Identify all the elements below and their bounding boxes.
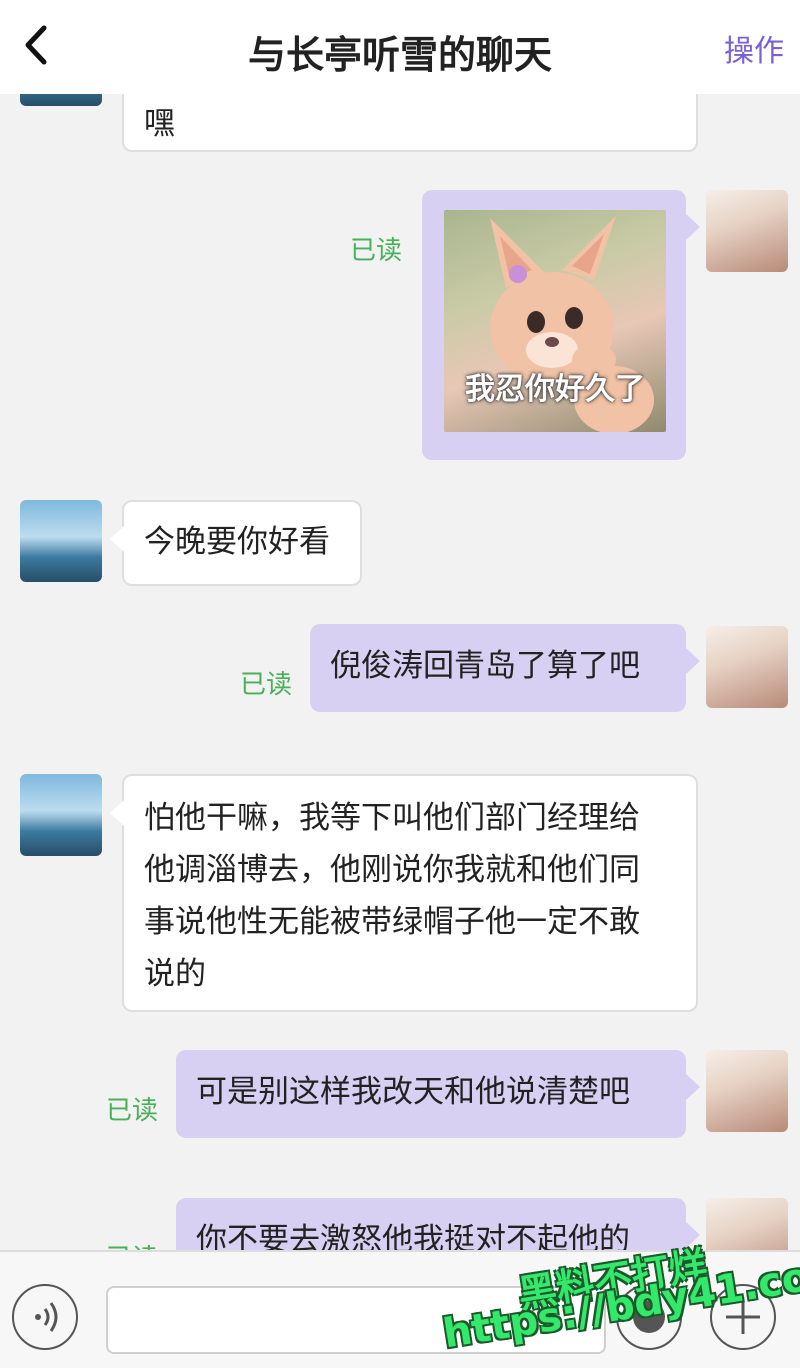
page-title: 与长亭听雪的聊天 bbox=[247, 33, 552, 77]
avatar[interactable] bbox=[20, 94, 102, 106]
message-text: 今晚要你好看 bbox=[144, 524, 330, 560]
read-status: 已读 bbox=[350, 236, 403, 266]
bubble-tail bbox=[686, 1074, 700, 1100]
message-bubble[interactable]: 嘿 bbox=[122, 94, 698, 152]
message-bubble[interactable]: 倪俊涛回青岛了算了吧 bbox=[310, 624, 700, 712]
avatar[interactable] bbox=[706, 626, 788, 708]
avatar[interactable] bbox=[706, 1050, 788, 1132]
bubble-tail bbox=[686, 648, 700, 674]
message-line: 他调淄博去，他刚说你我就和他们同 bbox=[144, 852, 640, 888]
message-text: 嘿 bbox=[144, 106, 175, 142]
message-line: 说的 bbox=[144, 956, 206, 992]
read-status: 已读 bbox=[106, 1238, 158, 1250]
message-text: 倪俊涛回青岛了算了吧 bbox=[330, 648, 640, 684]
read-status: 已读 bbox=[240, 670, 293, 700]
avatar[interactable] bbox=[706, 190, 788, 272]
bubble-tail bbox=[686, 214, 700, 240]
avatar[interactable] bbox=[20, 774, 102, 856]
message-line: 怕他干嘛，我等下叫他们部门经理给 bbox=[144, 800, 640, 836]
voice-waves-icon bbox=[35, 1302, 58, 1332]
sticker-caption: 我忍你好久了 bbox=[465, 372, 645, 407]
bubble-tail bbox=[110, 526, 124, 552]
message-text: 你不要去激怒他我挺对不起他的 bbox=[196, 1222, 630, 1250]
message-list[interactable]: 嘿 已读 我忍你好久了 今晚要你好看 已读 倪俊涛回青岛了算了吧 怕他干嘛，我等… bbox=[0, 94, 800, 1250]
action-button[interactable]: 操作 bbox=[724, 26, 784, 70]
message-bubble[interactable]: 我忍你好久了 bbox=[422, 190, 700, 460]
message-bubble[interactable]: 今晚要你好看 bbox=[110, 500, 362, 586]
message-bubble[interactable]: 怕他干嘛，我等下叫他们部门经理给 他调淄博去，他刚说你我就和他们同 事说他性无能… bbox=[110, 774, 698, 1012]
sticker-image[interactable]: 我忍你好久了 bbox=[444, 210, 666, 432]
avatar[interactable] bbox=[20, 500, 102, 582]
read-status: 已读 bbox=[106, 1096, 159, 1126]
message-bubble[interactable]: 可是别这样我改天和他说清楚吧 bbox=[176, 1050, 700, 1138]
voice-icon[interactable] bbox=[12, 1284, 78, 1350]
message-bubble[interactable]: 你不要去激怒他我挺对不起他的 bbox=[176, 1198, 700, 1250]
message-text: 可是别这样我改天和他说清楚吧 bbox=[196, 1074, 630, 1110]
bubble-tail bbox=[110, 800, 124, 826]
message-line: 事说他性无能被带绿帽子他一定不敢 bbox=[144, 904, 640, 940]
avatar[interactable] bbox=[706, 1198, 788, 1250]
chat-header: 与长亭听雪的聊天 操作 bbox=[0, 0, 800, 94]
